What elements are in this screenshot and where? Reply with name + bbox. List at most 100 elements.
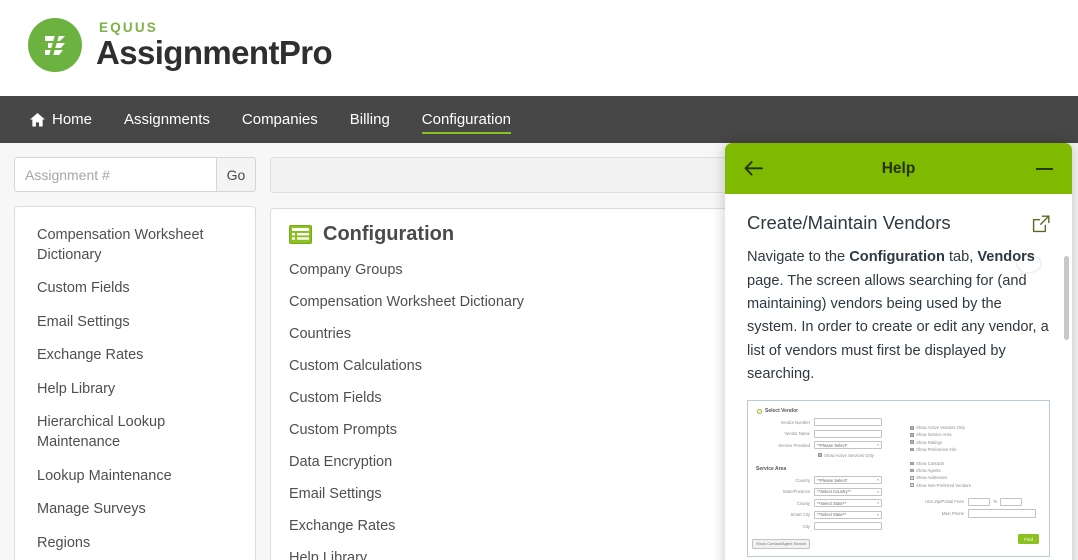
brand-logo-group[interactable]: EQUUS AssignmentPro [28,18,333,72]
checkbox-icon [910,433,914,437]
help-scrollbar[interactable] [1064,256,1069,340]
checkbox-icon [910,447,914,452]
navbar-items: Home Assignments Companies Billing Confi… [0,96,1078,143]
nav-item-configuration[interactable]: Configuration [406,96,527,143]
thumb-label-zip: USA Zip/Postal From [924,499,964,505]
thumb-left-column: Vendor Number Vendor Name Service Provid… [752,418,904,549]
help-p1-part2: tab, [944,249,978,266]
sidebar-link-card: Compensation Worksheet Dictionary Custom… [14,206,256,560]
thumb-input-zip-to [1000,497,1023,506]
sidebar-item-lookup-maintenance[interactable]: Lookup Maintenance [15,460,255,494]
thumb-label-main-phone: Main Phone [941,511,964,517]
help-widget-title: Help [881,159,916,177]
thumb-input-vendor-number [814,418,882,427]
sidebar-item-hierarchical-lookup-maintenance[interactable]: Hierarchical Lookup Maintenance [15,406,255,459]
thumb-select-state-province: **Select Country** ▾ [814,487,882,496]
checkbox-icon [910,468,914,473]
refresh-icon [757,408,762,414]
thumbnail-mini-form: Select Vendor Vendor Number Vendor Name [752,405,1045,552]
minimize-icon[interactable] [1032,157,1056,181]
thumb-option-label: Show Service Area [916,432,952,438]
thumb-field-row: Country **Please Select* ▾ [752,476,904,485]
thumb-contact-search-row: Show Contact/Agent Search [752,534,904,549]
thumb-select-value: **Please Select* [817,477,848,483]
thumb-field-row: Smart City **Select State** ▾ [752,510,904,519]
thumb-select-county: **Select State** ▾ [814,499,882,508]
sidebar-item-compensation-worksheet-dictionary[interactable]: Compensation Worksheet Dictionary [15,219,255,272]
thumb-checkbox-show-active-services: Show Active Services Only [818,453,874,458]
assignment-number-input[interactable] [14,157,216,192]
sidebar-item-email-settings[interactable]: Email Settings [15,306,255,340]
select-vendor-screenshot[interactable]: Select Vendor Vendor Number Vendor Name [747,400,1050,558]
nav-label-assignments: Assignments [124,111,210,128]
thumb-zip-row: USA Zip/Postal From To [910,497,1045,506]
chevron-down-icon: ▾ [877,443,879,448]
nav-label-billing: Billing [349,111,390,128]
checkbox-icon [818,453,822,458]
arrow-left-icon[interactable] [741,157,765,181]
checkbox-icon [910,483,914,487]
list-panel-icon [289,225,312,244]
thumb-phone-row: Main Phone [910,509,1045,519]
nav-item-assignments[interactable]: Assignments [108,96,226,143]
thumb-service-area-heading: Service Area [756,466,787,473]
thumb-label-smart-city: Smart City [790,512,810,518]
thumb-checkbox-label: Show Active Services Only [824,452,874,458]
thumb-field-row: Vendor Name [752,429,904,438]
thumb-right-column: Show Active Vendors Only Show Service Ar… [904,418,1045,549]
assignment-go-button[interactable]: Go [216,157,256,192]
thumb-checkbox-row: Show Active Services Only [752,453,904,460]
thumb-option-label: Show Preference Info [916,446,957,452]
sidebar-item-help-library[interactable]: Help Library [15,373,255,407]
thumb-label-country: Country [795,477,810,483]
sidebar-item-regions[interactable]: Regions [15,527,255,560]
external-link-icon[interactable] [1032,215,1050,233]
thumb-input-main-phone [968,509,1036,519]
help-p1-bold1: Configuration [849,249,945,266]
nav-label-configuration: Configuration [421,111,512,128]
thumb-field-row: County **Select State** ▾ [752,499,904,508]
nav-item-companies[interactable]: Companies [226,96,334,143]
thumb-select-service-provided: **Please Select* ▾ [814,441,882,450]
nav-item-home[interactable]: Home [14,96,108,143]
brand-header: EQUUS AssignmentPro [0,0,1078,96]
nav-item-billing[interactable]: Billing [334,96,406,143]
thumb-select-country: **Please Select* ▾ [814,476,882,485]
thumb-label-service-provided: Service Provided [778,442,810,448]
help-p1-bold2: Vendors [977,249,1035,266]
sidebar-item-custom-fields[interactable]: Custom Fields [15,272,255,306]
chevron-down-icon: ▾ [877,512,879,517]
thumb-find-button: Find [1018,534,1039,545]
chevron-down-icon: ▾ [877,501,879,506]
thumb-zip-inputs: To [968,497,1023,506]
thumb-option-show-preference-info: Show Preference Info [910,447,1045,452]
thumb-option-label: Show Agents [916,468,941,474]
thumb-label-city: City [802,523,810,529]
main-navbar: Home Assignments Companies Billing Confi… [0,96,1078,143]
thumb-heading-label: Select Vendor [765,408,799,415]
equus-e-logo-icon [28,18,82,72]
sidebar-item-manage-surveys[interactable]: Manage Surveys [15,493,255,527]
thumb-option-label: Show Contacts [916,461,945,466]
sidebar-item-exchange-rates[interactable]: Exchange Rates [15,339,255,373]
thumb-columns: Vendor Number Vendor Name Service Provid… [752,418,1045,549]
help-p1-part1: Navigate to the [747,249,850,266]
checkbox-icon [910,476,914,480]
help-paragraph-1: Navigate to the Configuration tab, Vendo… [725,246,1072,386]
thumb-option-label: Show Ratings [916,439,942,445]
help-widget: Help Create/Maintain Vendors Navigate to… [725,143,1072,560]
thumb-option-label: Show Non-Preferred Vendors [916,482,971,488]
thumb-option-show-service-area: Show Service Area [910,432,1045,437]
help-article-title: Create/Maintain Vendors [747,212,951,233]
nav-label-home: Home [52,111,93,128]
thumb-label-zip-to: To [993,499,998,505]
thumb-input-city [814,522,882,531]
home-icon [30,112,45,127]
thumb-field-row: Service Provided **Please Select* ▾ [752,441,904,450]
help-p1-part3: page. The screen allows searching for (a… [747,272,1049,382]
thumb-option-show-addresses: Show Addresses [910,475,1045,480]
help-widget-header: Help [725,143,1072,194]
checkbox-icon [910,461,914,466]
brand-equus-label: EQUUS [99,19,159,35]
assignment-search-group: Go [14,157,256,192]
